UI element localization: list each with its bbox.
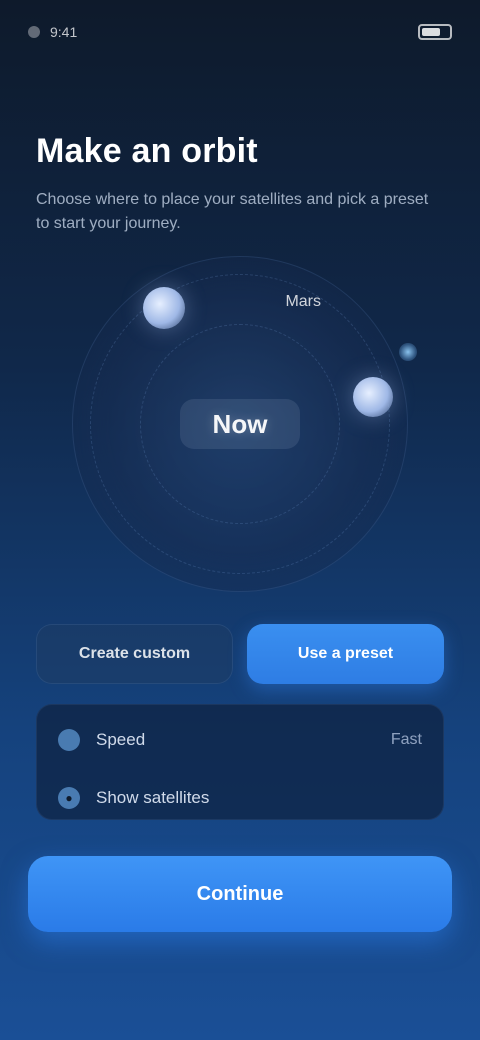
battery-icon: [418, 24, 452, 40]
option-row-speed[interactable]: Speed Fast: [58, 718, 422, 762]
option-label-show-satellites: Show satellites: [96, 788, 210, 807]
status-time: 9:41: [50, 24, 78, 40]
planet-left-icon: [143, 287, 185, 329]
star-icon: [399, 343, 417, 361]
planet-label: Mars: [285, 293, 321, 310]
option-value-speed: Fast: [390, 731, 422, 748]
status-bar: 9:41: [0, 0, 480, 64]
page-title: Make an orbit: [36, 132, 258, 170]
continue-button[interactable]: Continue: [28, 856, 452, 932]
option-row-show-satellites[interactable]: ● Show satellites: [58, 776, 422, 820]
option-label-speed: Speed: [96, 730, 146, 749]
orbit-visual: Mars Now: [72, 256, 417, 592]
status-right: [408, 24, 452, 40]
page-subtitle: Choose where to place your satellites an…: [36, 191, 429, 232]
option-row-left: ● Show satellites: [58, 787, 209, 809]
status-dot-icon: [28, 26, 40, 38]
option-row-left: Speed: [58, 729, 145, 751]
dot-icon: [58, 729, 80, 751]
orbit-center-label: Now: [180, 399, 300, 449]
segment-create-custom[interactable]: Create custom: [36, 624, 233, 684]
satellite-icon: ●: [58, 787, 80, 809]
segmented-control: Create custom Use a preset: [36, 624, 444, 684]
planet-right-icon: [353, 377, 393, 417]
segment-use-preset[interactable]: Use a preset: [247, 624, 444, 684]
status-left: 9:41: [28, 24, 77, 40]
options-card: Speed Fast ● Show satellites: [36, 704, 444, 820]
